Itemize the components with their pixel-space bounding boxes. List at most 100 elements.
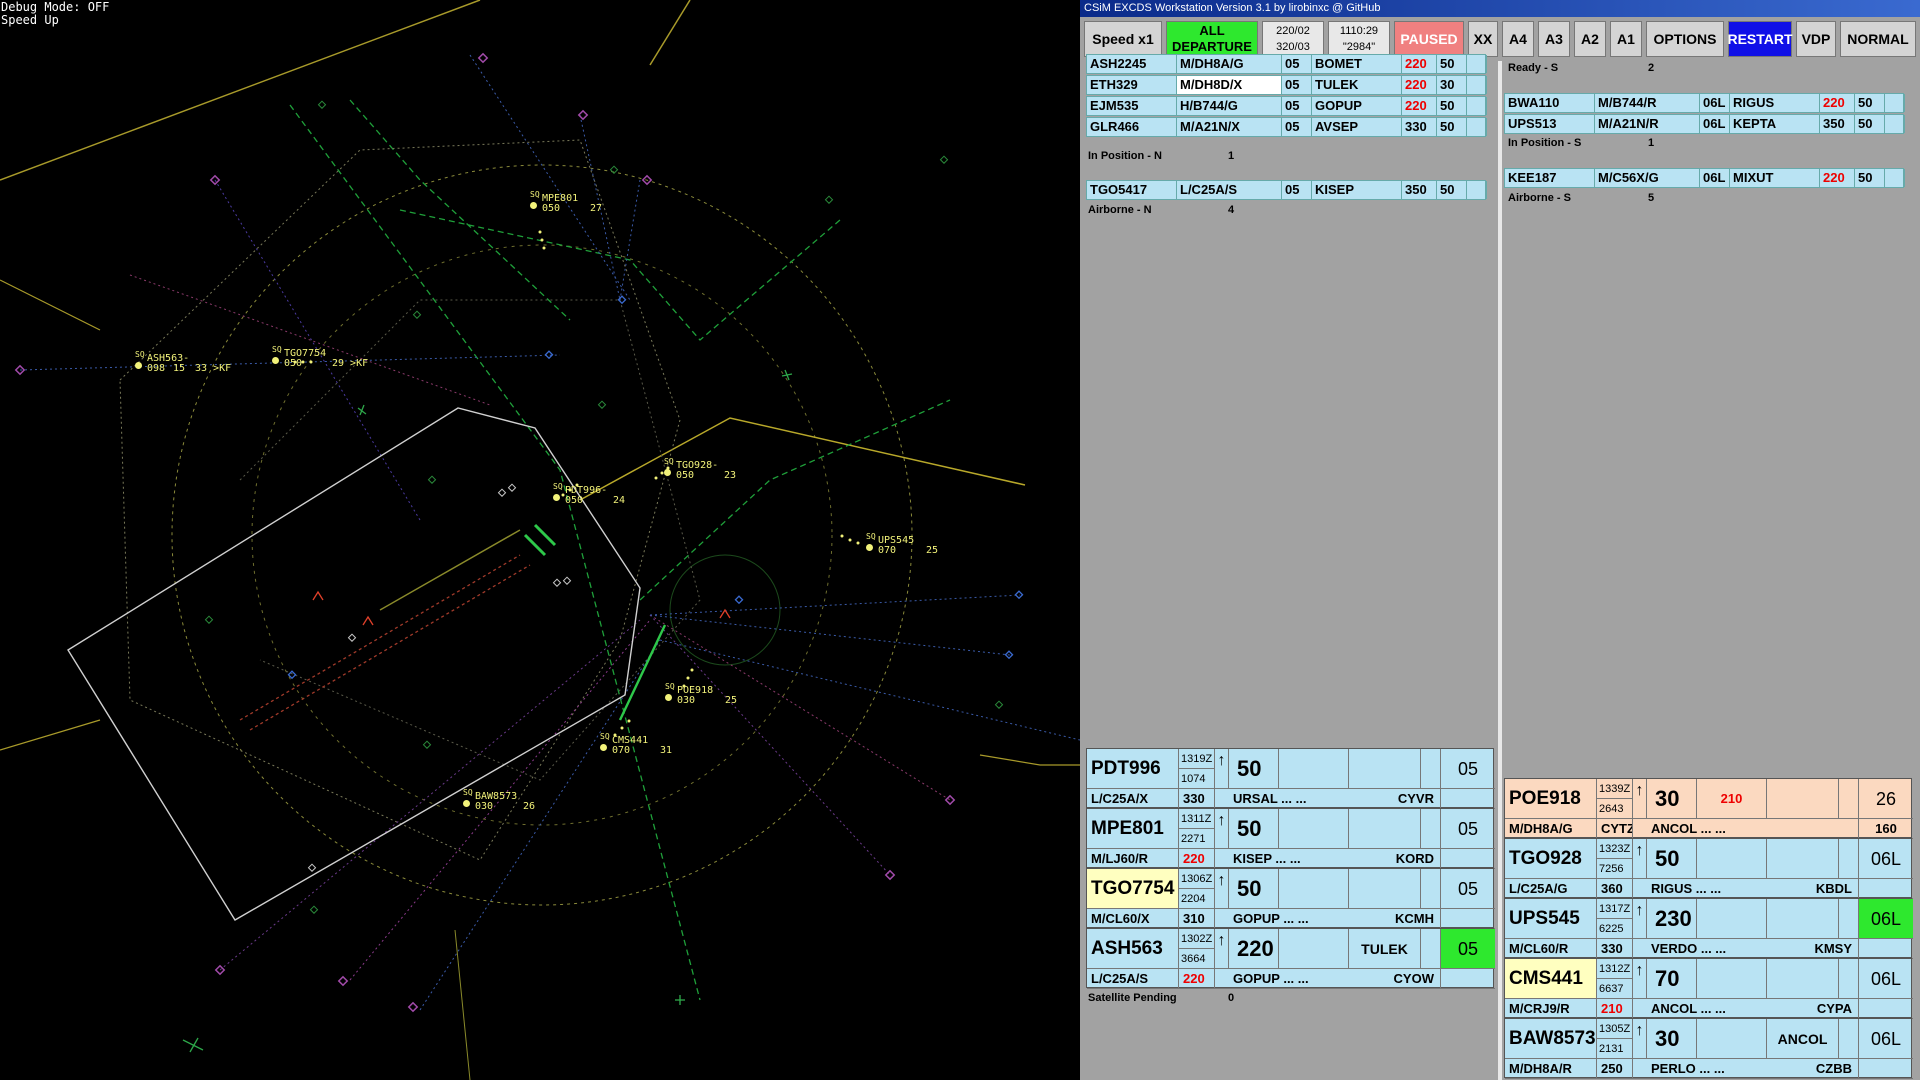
flight-strip[interactable]: MPE801 1311Z 2271 ↑ 50 05 M/LJ60/R 220 KISEP ...… [1086, 808, 1495, 869]
strip-time: 1339Z [1597, 779, 1633, 799]
flight-strip[interactable]: TGO7754 1306Z 2204 ↑ 50 05 M/CL60/X 310 GOPUP ..… [1086, 868, 1495, 929]
row-altitude: 220 [1402, 55, 1437, 73]
row-speed: 50 [1855, 94, 1885, 112]
strip-type: M/DH8A/R [1505, 1059, 1597, 1079]
window-title: CSiM EXCDS Workstation Version 3.1 by li… [1080, 0, 1920, 17]
strip-route: ANCOL ... ... CYPA [1633, 999, 1859, 1019]
strip-route: GOPUP ... ... CYOW [1215, 969, 1441, 989]
flight-strip[interactable]: POE918 1339Z 2643 ↑ 30 210 26 M/DH8A/G CYTZ ANCOL… [1504, 778, 1913, 839]
strip-altitude[interactable]: 50 [1229, 809, 1279, 849]
strip-field3 [1839, 899, 1859, 939]
strip-runway[interactable]: 05 [1441, 929, 1495, 969]
vdp-button[interactable]: VDP [1796, 21, 1836, 57]
aircraft-target-icon[interactable] [463, 800, 470, 807]
section-airborne-s: Airborne - S 5 [1504, 192, 1904, 208]
aircraft-target-icon[interactable] [866, 544, 873, 551]
aircraft-target-icon[interactable] [665, 694, 672, 701]
aircraft-target-icon[interactable] [600, 744, 607, 751]
flight-list-row[interactable]: UPS513 M/A21N/R 06L KEPTA 350 50 [1504, 114, 1905, 134]
strip-altitude[interactable]: 30 [1647, 1019, 1697, 1059]
strip-callsign[interactable]: PDT996 [1087, 749, 1179, 789]
a3-button[interactable]: A3 [1538, 21, 1570, 57]
strip-time: 1302Z [1179, 929, 1215, 949]
strip-callsign[interactable]: TGO7754 [1087, 869, 1179, 909]
aircraft-target-icon[interactable] [272, 357, 279, 364]
aircraft-speed: 29 >KF [332, 358, 369, 369]
strip-runway[interactable]: 05 [1441, 869, 1495, 909]
strip-callsign[interactable]: UPS545 [1505, 899, 1597, 939]
strip-callsign[interactable]: TGO928 [1505, 839, 1597, 879]
restart-button[interactable]: RESTART [1727, 21, 1793, 57]
strip-callsign[interactable]: CMS441 [1505, 959, 1597, 999]
strip-runway[interactable]: 06L [1859, 1019, 1913, 1059]
radar-scope[interactable]: Debug Mode: OFF Speed Up SQ MPE801 050 27 SQ… [0, 0, 1080, 1080]
strip-runway[interactable]: 05 [1441, 809, 1495, 849]
flight-strip[interactable]: BAW8573 1305Z 2131 ↑ 30 ANCOL 06L M/DH8A/R 250 PE… [1504, 1018, 1913, 1079]
strip-destination: CYVR [1397, 791, 1434, 806]
row-runway: 05 [1282, 55, 1312, 73]
strip-callsign[interactable]: ASH563 [1087, 929, 1179, 969]
flight-strip[interactable]: CMS441 1312Z 6637 ↑ 70 06L M/CRJ9/R 210 ANCOL ..… [1504, 958, 1913, 1019]
aircraft-target-icon[interactable] [664, 469, 671, 476]
strip-time: 1312Z [1597, 959, 1633, 979]
strip-altitude[interactable]: 50 [1647, 839, 1697, 879]
flight-strip[interactable]: TGO928 1323Z 7256 ↑ 50 06L L/C25A/G 360 RIGUS ..… [1504, 838, 1913, 899]
debug-mode-text: Debug Mode: OFF [1, 0, 110, 14]
strip-altitude[interactable]: 50 [1229, 869, 1279, 909]
speed-button[interactable]: Speed x1 [1084, 21, 1162, 57]
strip-runway[interactable]: 06L [1859, 839, 1913, 879]
flight-list-row[interactable]: KEE187 M/C56X/G 06L MIXUT 220 50 [1504, 168, 1905, 188]
strip-block [1859, 1059, 1913, 1079]
strip-altitude[interactable]: 70 [1647, 959, 1697, 999]
a4-button[interactable]: A4 [1502, 21, 1534, 57]
row-type: H/B744/G [1177, 97, 1282, 115]
flight-list-row[interactable]: TGO5417 L/C25A/S 05 KISEP 350 50 [1086, 180, 1487, 200]
a2-button[interactable]: A2 [1574, 21, 1606, 57]
strip-altitude[interactable]: 220 [1229, 929, 1279, 969]
squawk-tag: SQ [463, 788, 473, 797]
strip-altitude[interactable]: 30 [1647, 779, 1697, 819]
strip-runway[interactable]: 05 [1441, 749, 1495, 789]
strip-callsign[interactable]: BAW8573 [1505, 1019, 1597, 1059]
flight-strip[interactable]: PDT996 1319Z 1074 ↑ 50 05 L/C25A/X 330 URSAL ...… [1086, 748, 1495, 809]
strip-runway[interactable]: 26 [1859, 779, 1913, 819]
flight-list-row[interactable]: ASH2245 M/DH8A/G 05 BOMET 220 50 [1086, 54, 1487, 74]
options-button[interactable]: OPTIONS [1646, 21, 1724, 57]
flight-strip[interactable]: UPS545 1317Z 6225 ↑ 230 06L M/CL60/R 330 VERDO .… [1504, 898, 1913, 959]
strip-runway[interactable]: 06L [1859, 899, 1913, 939]
strip-destination: CZBB [1815, 1061, 1852, 1076]
strip-field1 [1279, 809, 1349, 849]
aircraft-target-icon[interactable] [553, 494, 560, 501]
aircraft-speed: 25 [725, 695, 738, 706]
row-fix: KISEP [1312, 181, 1402, 199]
squawk-tag: SQ [600, 732, 610, 741]
row-runway: 05 [1282, 118, 1312, 136]
row-speed: 50 [1855, 169, 1885, 187]
flight-list-row[interactable]: ETH329 M/DH8D/X 05 TULEK 220 30 [1086, 75, 1487, 95]
aircraft-target-icon[interactable] [530, 202, 537, 209]
strip-squawk: 2271 [1179, 829, 1215, 849]
strip-type: M/CRJ9/R [1505, 999, 1597, 1019]
strip-requested-altitude: 220 [1179, 849, 1215, 869]
section-inposition-n-count: 1 [1228, 150, 1235, 162]
strip-block [1859, 879, 1913, 899]
strip-altitude[interactable]: 50 [1229, 749, 1279, 789]
paused-button[interactable]: PAUSED [1394, 21, 1464, 57]
flight-list-row[interactable]: BWA110 M/B744/R 06L RIGUS 220 50 [1504, 93, 1905, 113]
strip-callsign[interactable]: POE918 [1505, 779, 1597, 819]
flight-strip[interactable]: ASH563 1302Z 3664 ↑ 220 TULEK 05 L/C25A/S 220 GOP… [1086, 928, 1495, 989]
section-satellite-pending: Satellite Pending 0 [1084, 992, 1484, 1008]
all-departure-line2: DEPARTURE [1172, 39, 1252, 54]
squawk-tag: SQ [272, 345, 282, 354]
aircraft-target-icon[interactable] [135, 362, 142, 369]
strip-callsign[interactable]: MPE801 [1087, 809, 1179, 849]
xx-button[interactable]: XX [1468, 21, 1498, 57]
all-departure-button[interactable]: ALL DEPARTURE [1166, 21, 1258, 57]
normal-button[interactable]: NORMAL [1840, 21, 1916, 57]
strip-runway[interactable]: 06L [1859, 959, 1913, 999]
a1-button[interactable]: A1 [1610, 21, 1642, 57]
flight-list-row[interactable]: GLR466 M/A21N/X 05 AVSEP 330 50 [1086, 117, 1487, 137]
strip-altitude[interactable]: 230 [1647, 899, 1697, 939]
flight-list-row[interactable]: EJM535 H/B744/G 05 GOPUP 220 50 [1086, 96, 1487, 116]
squawk-tag: SQ [664, 457, 674, 466]
